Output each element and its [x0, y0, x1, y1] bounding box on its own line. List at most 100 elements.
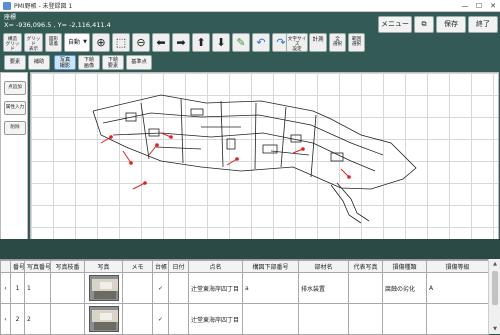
- splitter-band[interactable]: [0, 239, 500, 259]
- text-size-button[interactable]: 文字サイズ 設定: [286, 33, 308, 52]
- column-header[interactable]: 損傷等級: [426, 260, 489, 273]
- cell-damage-grade[interactable]: [426, 303, 489, 335]
- photo-point-marker: [155, 143, 159, 147]
- table-row[interactable]: ‹ 1 1 ✓ 辻堂東海岸四丁目 a 排水装置 腐蝕の劣化 A: [0, 272, 489, 304]
- select-all-button[interactable]: 全 選択: [329, 33, 346, 52]
- column-header[interactable]: 代表写真: [348, 260, 383, 273]
- mode-base-point-button[interactable]: 基準点: [126, 55, 152, 70]
- map-canvas[interactable]: [30, 72, 499, 256]
- row-selector[interactable]: ‹: [0, 303, 11, 335]
- tool-sidebar: 点追加 属性入力 削除: [0, 72, 28, 256]
- zoom-out-button[interactable]: ⊖: [132, 33, 150, 52]
- cell-date[interactable]: [168, 303, 189, 335]
- row-selector[interactable]: ‹: [0, 272, 11, 304]
- photo-grid: 番号 写真番号 写真枝番 写真 メモ 台帳 日付 点名 構図下部番号 部材名 代…: [0, 260, 489, 335]
- layer-button[interactable]: ⧉: [414, 16, 434, 33]
- menu-button[interactable]: メニュー: [378, 16, 412, 33]
- cell-memo[interactable]: [122, 303, 153, 335]
- column-header[interactable]: 台帳: [152, 260, 169, 273]
- column-header[interactable]: 損傷種類: [382, 260, 427, 273]
- pan-down-button[interactable]: ⬇: [212, 33, 230, 52]
- cell-index: 1: [10, 272, 25, 304]
- range-select-button[interactable]: 範囲 選択: [348, 33, 365, 52]
- column-header[interactable]: 日付: [168, 260, 189, 273]
- cell-date[interactable]: [168, 272, 189, 304]
- cell-photo-branch[interactable]: [50, 303, 85, 335]
- snap-grid-button[interactable]: 構造 グリッド: [3, 33, 22, 52]
- column-header[interactable]: 構図下部番号: [242, 260, 299, 273]
- cell-damage-grade[interactable]: A: [426, 272, 489, 304]
- cell-damage-type[interactable]: 腐蝕の劣化: [382, 272, 427, 304]
- scroll-down-icon[interactable]: ▼: [489, 324, 500, 334]
- building: [190, 108, 204, 116]
- app-window: PMI野帳 - 未登録図 1 — ☐ ✕ 座標 X= -936,096.5 , …: [0, 0, 500, 335]
- scroll-up-icon[interactable]: ▲: [489, 259, 500, 269]
- column-header[interactable]: 番号: [10, 260, 25, 273]
- photo-table: 番号 写真番号 写真枝番 写真 メモ 台帳 日付 点名 構図下部番号 部材名 代…: [0, 259, 500, 335]
- road-line: [92, 94, 417, 190]
- minimize-button[interactable]: —: [458, 0, 472, 12]
- cell-member[interactable]: 排水装置: [298, 272, 349, 304]
- cell-photo-branch[interactable]: [50, 272, 85, 304]
- cell-photo-no[interactable]: 2: [24, 303, 51, 335]
- column-header[interactable]: 写真番号: [24, 260, 51, 273]
- measure-button[interactable]: 計測: [309, 33, 327, 52]
- redo-icon: ↷: [276, 36, 286, 49]
- mode-elements-button[interactable]: 要素: [4, 55, 26, 70]
- cell-sub-no[interactable]: a: [242, 272, 299, 304]
- auto-snap-button[interactable]: 図形 吸着: [45, 33, 62, 52]
- photo-thumbnail[interactable]: [88, 275, 119, 301]
- app-icon: [3, 2, 11, 10]
- cell-damage-type[interactable]: [382, 303, 427, 335]
- close-button[interactable]: ✕: [486, 0, 500, 12]
- exit-button[interactable]: 終了: [468, 16, 498, 33]
- arrow-down-icon: ⬇: [216, 36, 226, 49]
- scroll-thumb[interactable]: [492, 271, 498, 305]
- column-header[interactable]: メモ: [122, 260, 153, 273]
- maximize-button[interactable]: ☐: [472, 0, 486, 12]
- cell-rep-photo[interactable]: [348, 272, 383, 304]
- pencil-icon: ✎: [236, 36, 246, 49]
- zoom-window-button[interactable]: ⬚: [112, 33, 130, 52]
- edit-button[interactable]: ✎: [232, 33, 250, 52]
- mode-photo-button[interactable]: 写真 撮影: [54, 55, 76, 70]
- pan-left-button[interactable]: ⬅: [152, 33, 170, 52]
- undo-button[interactable]: ↶: [252, 33, 270, 52]
- zoom-in-button[interactable]: ⊕: [92, 33, 110, 52]
- grid-display-button[interactable]: グリッド 表示: [24, 33, 43, 52]
- attribute-input-button[interactable]: 属性入力: [4, 101, 26, 115]
- table-scrollbar[interactable]: ▲ ▼: [488, 259, 500, 334]
- road-line: [180, 98, 184, 164]
- cell-memo[interactable]: [122, 272, 153, 304]
- mode-lower-element-button[interactable]: 下絵 要素: [102, 55, 124, 70]
- column-header[interactable]: 写真枝番: [50, 260, 85, 273]
- delete-button[interactable]: 削除: [4, 121, 26, 135]
- column-header[interactable]: 写真: [84, 260, 123, 273]
- table-row[interactable]: ‹ 2 2 ✓ 辻堂東海岸四丁目: [0, 303, 489, 335]
- save-button[interactable]: 保存: [436, 16, 466, 33]
- auto-select-dropdown[interactable]: 自動 ▼: [64, 33, 90, 52]
- zoom-in-icon: ⊕: [96, 36, 106, 49]
- arrow-left-icon: ⬅: [156, 36, 166, 49]
- arrow-up-icon: ⬆: [196, 36, 206, 49]
- mode-assist-button[interactable]: 補助: [28, 55, 50, 70]
- cell-photo[interactable]: [84, 303, 123, 335]
- cell-member[interactable]: [298, 303, 349, 335]
- photo-thumbnail[interactable]: [88, 306, 119, 332]
- cell-ledger-check[interactable]: ✓: [152, 303, 169, 335]
- map-drawing: [92, 94, 417, 224]
- column-header[interactable]: 部材名: [298, 260, 349, 273]
- cell-point-name[interactable]: 辻堂東海岸四丁目: [188, 272, 243, 304]
- cell-ledger-check[interactable]: ✓: [152, 272, 169, 304]
- cell-rep-photo[interactable]: [348, 303, 383, 335]
- cell-point-name[interactable]: 辻堂東海岸四丁目: [188, 303, 243, 335]
- pan-up-button[interactable]: ⬆: [192, 33, 210, 52]
- add-point-button[interactable]: 点追加: [4, 81, 26, 95]
- cell-photo[interactable]: [84, 272, 123, 304]
- cell-sub-no[interactable]: [242, 303, 299, 335]
- table-header-row: 番号 写真番号 写真枝番 写真 メモ 台帳 日付 点名 構図下部番号 部材名 代…: [0, 260, 489, 273]
- cell-photo-no[interactable]: 1: [24, 272, 51, 304]
- pan-right-button[interactable]: ➡: [172, 33, 190, 52]
- column-header[interactable]: 点名: [188, 260, 243, 273]
- mode-lower-image-button[interactable]: 下絵 画像: [78, 55, 100, 70]
